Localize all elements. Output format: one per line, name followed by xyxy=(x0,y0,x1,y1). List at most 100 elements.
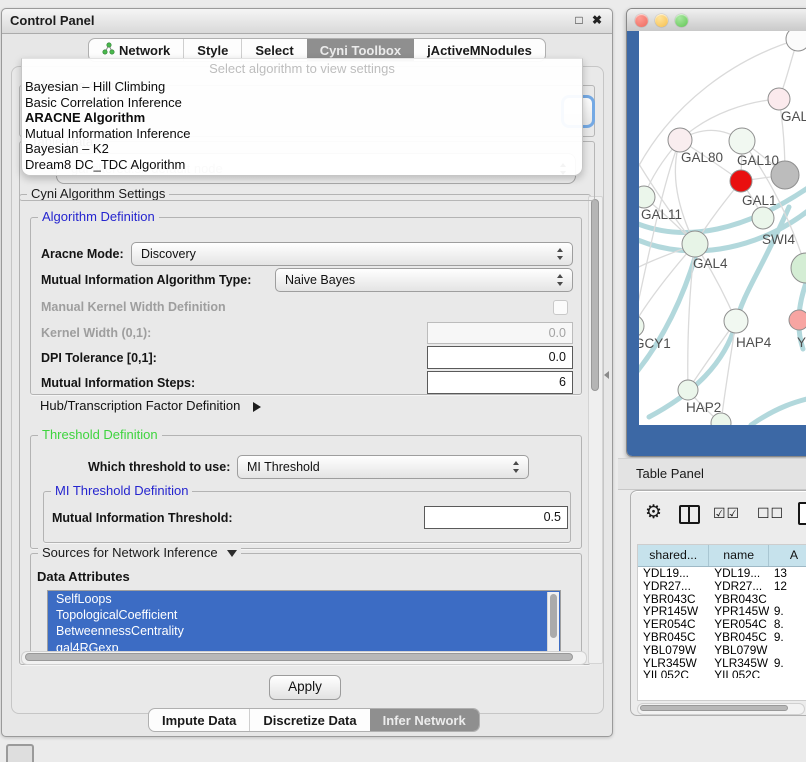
table-row[interactable]: YIL052CYIL052C xyxy=(638,669,806,678)
panel-collapse-arrow[interactable] xyxy=(604,371,609,379)
aracne-mode-value: Discovery xyxy=(141,243,572,265)
table-cell: 13 xyxy=(769,567,806,580)
combo-steppers-icon xyxy=(557,274,564,286)
kernel-width-field[interactable]: 0.0 xyxy=(427,322,573,344)
algorithm-list-item[interactable]: Basic Correlation Inference xyxy=(22,95,582,111)
data-attributes-list[interactable]: SelfLoopsTopologicalCoefficientBetweenne… xyxy=(47,590,561,657)
network-node-gcy1[interactable] xyxy=(639,315,644,337)
table-cell: 8. xyxy=(769,618,806,631)
deselect-all-icon[interactable]: ☐☐ xyxy=(757,505,784,522)
algorithm-list-item[interactable]: Bayesian – K2 xyxy=(22,141,582,157)
algorithm-list-item[interactable]: Mutual Information Inference xyxy=(22,126,582,142)
float-window-icon[interactable]: □ xyxy=(572,13,586,27)
dpi-tolerance-value: 0.0 xyxy=(428,347,566,367)
tab-infer-network[interactable]: Infer Network xyxy=(370,709,479,731)
table-column-header[interactable]: A xyxy=(769,545,806,566)
collapse-arrow-icon xyxy=(227,550,237,557)
table-row[interactable]: YDR27...YDR27...12 xyxy=(638,580,806,593)
network-node-hap4[interactable] xyxy=(724,309,748,333)
table-column-header[interactable]: shared... xyxy=(638,545,709,566)
table-row[interactable]: YBR043CYBR043C xyxy=(638,593,806,606)
table-column-header[interactable]: name xyxy=(709,545,769,566)
table-horizontal-scrollbar[interactable] xyxy=(637,703,805,715)
minimized-panel-icon[interactable] xyxy=(6,744,34,762)
table-cell: 9. xyxy=(769,657,806,670)
table-panel-window: ⚙ ☑☑ ☐☐ shared...nameA YDL19...YDL19...1… xyxy=(630,490,806,716)
algorithm-list-item[interactable]: Bayesian – Hill Climbing xyxy=(22,79,582,95)
apply-button[interactable]: Apply xyxy=(269,675,341,700)
mi-algorithm-type-combo[interactable]: Naive Bayes xyxy=(275,268,573,292)
table-cell: YLR345W xyxy=(638,657,709,670)
network-node-y[interactable] xyxy=(789,310,806,330)
screen: Control Panel □ ✖ NetworkStyleSelectCyni… xyxy=(0,0,806,762)
combo-steppers-icon xyxy=(513,461,520,473)
minimize-traffic-light-icon[interactable] xyxy=(655,14,668,27)
table-cell: YBR045C xyxy=(709,631,769,644)
attribute-list-item[interactable]: TopologicalCoefficient xyxy=(48,607,560,623)
table-cell: 9. xyxy=(769,605,806,618)
which-threshold-combo[interactable]: MI Threshold xyxy=(237,455,529,479)
mi-steps-label: Mutual Information Steps: xyxy=(41,376,195,390)
list-scrollbar-thumb[interactable] xyxy=(550,594,557,638)
network-node-gal80[interactable] xyxy=(668,128,692,152)
settings-horizontal-scrollbar-thumb[interactable] xyxy=(25,653,573,661)
network-edge[interactable] xyxy=(721,321,736,423)
settings-horizontal-scrollbar[interactable] xyxy=(21,651,587,665)
network-edge-thick[interactable] xyxy=(751,397,806,425)
table-cell: 9. xyxy=(769,631,806,644)
table-row[interactable]: YDL19...YDL19...13 xyxy=(638,567,806,580)
table-row[interactable]: YER054CYER054C8. xyxy=(638,618,806,631)
settings-vertical-scrollbar-thumb[interactable] xyxy=(591,199,599,391)
close-window-icon[interactable]: ✖ xyxy=(590,13,604,27)
attribute-list-item[interactable]: SelfLoops xyxy=(48,591,560,607)
select-all-icon[interactable]: ☑☑ xyxy=(713,505,740,522)
tab-impute-data[interactable]: Impute Data xyxy=(149,709,249,731)
close-traffic-light-icon[interactable] xyxy=(635,14,648,27)
network-node-label: GAL80 xyxy=(681,150,723,165)
table-cell: YDL19... xyxy=(709,567,769,580)
table-row[interactable]: YPR145WYPR145W9. xyxy=(638,605,806,618)
hub-definition-expander[interactable]: Hub/Transcription Factor Definition xyxy=(40,398,261,413)
tab-discretize-data[interactable]: Discretize Data xyxy=(249,709,369,731)
network-node[interactable] xyxy=(786,31,806,51)
dpi-tolerance-field[interactable]: 0.0 xyxy=(427,346,573,369)
algorithm-list-item[interactable]: Dream8 DC_TDC Algorithm xyxy=(22,157,582,173)
network-node-hap2[interactable] xyxy=(678,380,698,400)
network-node-swi4[interactable] xyxy=(752,207,774,229)
table-cell: YLR345W xyxy=(709,657,769,670)
algorithm-list-item[interactable]: ARACNE Algorithm xyxy=(22,110,582,126)
table-panel-title: Table Panel xyxy=(636,466,704,481)
export-table-icon[interactable] xyxy=(798,502,806,525)
which-threshold-value: MI Threshold xyxy=(247,456,528,478)
sources-group-title[interactable]: Sources for Network Inference xyxy=(38,545,241,560)
table-cell: YDR27... xyxy=(638,580,709,593)
settings-vertical-scrollbar[interactable] xyxy=(588,196,603,664)
threshold-definition-title: Threshold Definition xyxy=(38,427,162,442)
algorithm-dropdown-list[interactable]: Select algorithm to view settings Bayesi… xyxy=(21,58,583,176)
attribute-list-item[interactable]: BetweennessCentrality xyxy=(48,623,560,639)
table-row[interactable]: YLR345WYLR345W9. xyxy=(638,657,806,670)
data-attributes-label: Data Attributes xyxy=(37,569,130,584)
table-cell: YBL079W xyxy=(638,644,709,657)
list-scrollbar[interactable] xyxy=(547,592,559,655)
mi-steps-field[interactable]: 6 xyxy=(427,371,573,394)
network-node[interactable] xyxy=(791,253,806,283)
show-columns-icon[interactable] xyxy=(679,505,700,524)
aracne-mode-combo[interactable]: Discovery xyxy=(131,242,573,266)
network-node-gal4[interactable] xyxy=(682,231,708,257)
network-node-gal1[interactable] xyxy=(730,170,752,192)
network-node-gal10[interactable] xyxy=(729,128,755,154)
network-edge[interactable] xyxy=(688,321,736,390)
kernel-width-label: Kernel Width (0,1): xyxy=(41,326,151,340)
network-canvas[interactable]: GALGAL80GAL10GAL1GAL11SWI4GAL4GCY1HAP4YH… xyxy=(639,31,806,425)
table-row[interactable]: YBL079WYBL079W xyxy=(638,644,806,657)
table-cell xyxy=(769,644,806,657)
table-horizontal-scrollbar-thumb[interactable] xyxy=(640,705,788,711)
mi-threshold-field[interactable]: 0.5 xyxy=(424,506,568,529)
table-panel-header: Table Panel xyxy=(618,458,806,490)
network-node-gal[interactable] xyxy=(768,88,790,110)
manual-kernel-checkbox[interactable] xyxy=(553,300,568,315)
table-row[interactable]: YBR045CYBR045C9. xyxy=(638,631,806,644)
gear-icon[interactable]: ⚙ xyxy=(645,503,662,522)
zoom-traffic-light-icon[interactable] xyxy=(675,14,688,27)
